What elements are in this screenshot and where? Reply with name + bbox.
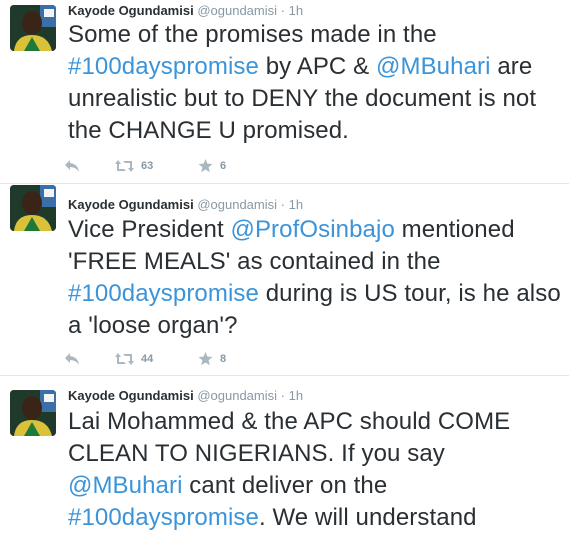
retweet-count: 44 [141,353,154,365]
separator: · [280,3,285,18]
retweet-icon [115,160,134,172]
tweet-text-segment: Some of the promises made in the [68,21,437,48]
tweet: Kayode Ogundamisi @ogundamisi · 1h Lai M… [0,370,569,537]
author-handle[interactable]: @ogundamisi [197,197,277,212]
retweet-icon [115,353,134,365]
favorite-button[interactable]: 6 [198,159,226,173]
author-handle[interactable]: @ogundamisi [197,3,277,18]
mention-link[interactable]: @MBuhari [68,472,183,499]
retweet-count: 63 [141,160,154,172]
hashtag-link[interactable]: #100dayspromise [68,53,259,80]
timestamp[interactable]: 1h [289,388,303,403]
author-handle[interactable]: @ogundamisi [197,388,277,403]
tweet-text: Some of the promises made in the #100day… [68,19,563,147]
retweet-button[interactable]: 63 [115,159,153,173]
mention-link[interactable]: @ProfOsinbajo [230,216,394,243]
reply-button[interactable] [64,159,80,173]
favorite-button[interactable]: 8 [198,352,226,366]
timestamp[interactable]: 1h [289,197,303,212]
tweet-header: Kayode Ogundamisi @ogundamisi · 1h [68,3,303,19]
tweet-text-segment: cant deliver on the [182,472,388,499]
tweet-text-segment: Lai Mohammed & the APC should COME CLEAN… [68,408,511,467]
reply-button[interactable] [64,352,80,366]
mention-link[interactable]: @MBuhari [376,53,491,80]
tweet-header: Kayode Ogundamisi @ogundamisi · 1h [68,197,303,213]
reply-icon [65,353,79,365]
favorite-count: 6 [220,160,227,172]
favorite-count: 8 [220,353,227,365]
author-name[interactable]: Kayode Ogundamisi [68,3,194,18]
author-name[interactable]: Kayode Ogundamisi [68,388,194,403]
tweet: Kayode Ogundamisi @ogundamisi · 1h Some … [0,0,569,180]
tweet-text-segment: by APC & [258,53,377,80]
star-icon [198,159,213,173]
tweet-text: Vice President @ProfOsinbajo mentioned '… [68,214,563,342]
star-icon [198,352,213,366]
tweet-text: Lai Mohammed & the APC should COME CLEAN… [68,406,563,534]
avatar[interactable] [10,185,56,231]
tweet: Kayode Ogundamisi @ogundamisi · 1h Vice … [0,180,569,370]
tweet-text-segment: Vice President [68,216,231,243]
hashtag-link[interactable]: #100dayspromise [68,504,259,531]
hashtag-link[interactable]: #100dayspromise [68,280,259,307]
tweet-header: Kayode Ogundamisi @ogundamisi · 1h [68,388,303,404]
reply-icon [65,160,79,172]
avatar[interactable] [10,390,56,436]
separator: · [280,388,285,403]
avatar[interactable] [10,5,56,51]
separator: · [280,197,285,212]
timestamp[interactable]: 1h [289,3,303,18]
retweet-button[interactable]: 44 [115,352,153,366]
tweet-text-segment: . We will understand [258,504,477,531]
author-name[interactable]: Kayode Ogundamisi [68,197,194,212]
